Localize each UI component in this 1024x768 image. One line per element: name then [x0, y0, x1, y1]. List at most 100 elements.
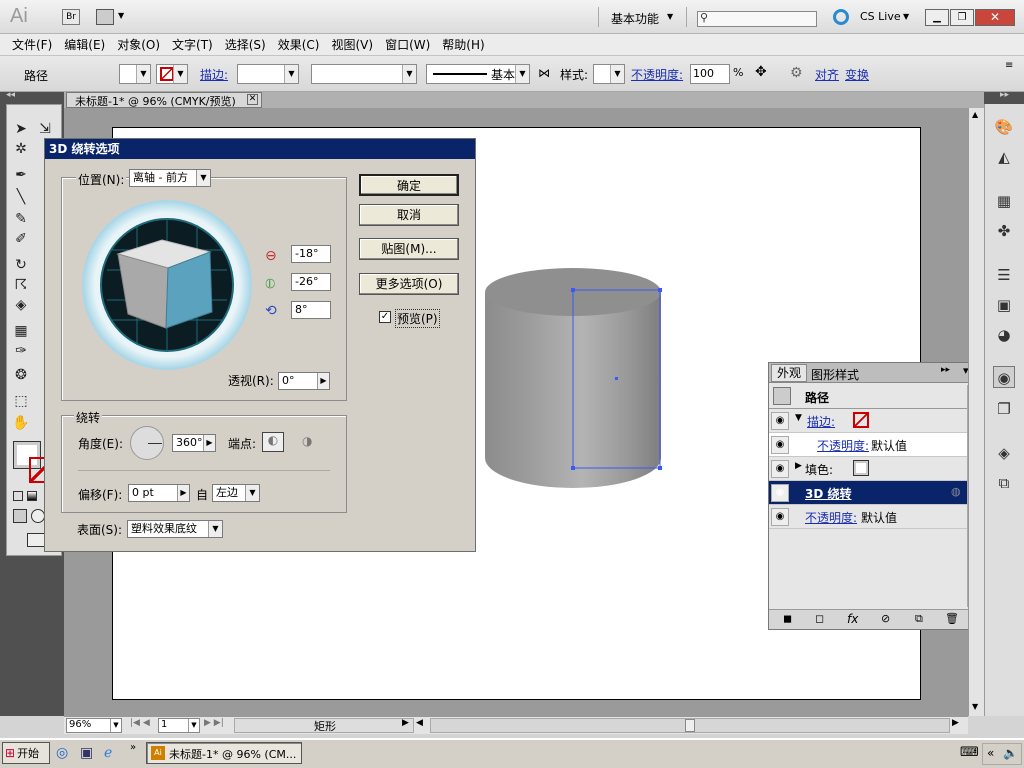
paintbrush-tool-icon[interactable]: ✎: [11, 209, 31, 229]
appearance-row-stroke-opacity[interactable]: ◉ 不透明度: 默认值: [769, 433, 967, 457]
chevron-down-icon[interactable]: ▼: [667, 12, 673, 21]
selection-handle[interactable]: [658, 466, 662, 470]
restore-button[interactable]: ❐: [950, 9, 974, 26]
symbol-sprayer-tool-icon[interactable]: ❂: [11, 365, 31, 385]
y-axis-rotation-field[interactable]: -26°: [291, 273, 331, 291]
disclosure-open-icon[interactable]: ▼: [795, 413, 802, 423]
shape-builder-tool-icon[interactable]: ◈: [11, 295, 31, 315]
opacity-link[interactable]: 不透明度:: [805, 509, 857, 526]
fill-swatch[interactable]: [853, 460, 869, 476]
add-new-fill-icon[interactable]: ◻: [815, 612, 824, 625]
close-button[interactable]: ✕: [975, 9, 1015, 26]
opacity-label[interactable]: 不透明度:: [631, 66, 683, 83]
visibility-eye-icon[interactable]: ◉: [771, 436, 789, 454]
brush-options-icon[interactable]: ⋈: [538, 66, 550, 80]
mesh-tool-icon[interactable]: ▦: [11, 321, 31, 341]
menu-view[interactable]: 视图(V): [331, 36, 373, 53]
color-guide-icon[interactable]: ◭: [993, 146, 1015, 168]
map-art-button[interactable]: 贴图(M)...: [359, 238, 459, 260]
draw-inside-icon[interactable]: [31, 509, 45, 523]
blob-brush-tool-icon[interactable]: ✐: [11, 229, 31, 249]
quick-launch-more-icon[interactable]: »: [130, 742, 136, 753]
taskbar-illustrator-task[interactable]: Ai 未标题-1* @ 96% (CM...: [146, 742, 302, 764]
transparency-icon[interactable]: ◕: [993, 324, 1015, 346]
offset-field[interactable]: 0 pt ▶: [128, 484, 190, 502]
opacity-field[interactable]: 100: [690, 64, 730, 84]
artboards-icon[interactable]: ⧉: [993, 472, 1015, 494]
start-button[interactable]: ⊞ 开始: [2, 742, 50, 764]
opacity-link[interactable]: 不透明度:: [817, 437, 869, 454]
fill-swatch-dropdown[interactable]: ▼: [119, 64, 151, 84]
z-axis-rotation-field[interactable]: 8°: [291, 301, 331, 319]
menu-help[interactable]: 帮助(H): [442, 36, 484, 53]
document-tab[interactable]: 未标题-1* @ 96% (CMYK/预览) ✕: [66, 92, 262, 108]
appearance-row-fill[interactable]: ◉ ▶ 填色:: [769, 457, 967, 481]
tab-appearance[interactable]: 外观: [771, 364, 807, 382]
collapse-tray-icon[interactable]: «: [987, 746, 994, 760]
perspective-field[interactable]: 0° ▶: [278, 372, 330, 390]
brushes-icon[interactable]: ✤: [993, 220, 1015, 242]
stroke-weight-field[interactable]: ▼: [237, 64, 299, 84]
appearance-panel-icon[interactable]: ◉: [993, 366, 1015, 388]
selection-handle[interactable]: [571, 288, 575, 292]
scroll-thumb[interactable]: [685, 719, 695, 732]
collapse-icon[interactable]: ◂◂: [6, 90, 15, 100]
bridge-button[interactable]: Br: [62, 9, 80, 25]
last-artboard-icon[interactable]: ▶ ▶|: [204, 718, 224, 728]
artboard-number-field[interactable]: 1 ▼: [158, 718, 200, 733]
gradient-mode-icon[interactable]: [27, 491, 37, 501]
menu-object[interactable]: 对象(O): [117, 36, 160, 53]
more-options-button[interactable]: 更多选项(O): [359, 273, 459, 295]
direct-selection-tool-icon[interactable]: ⇲: [35, 119, 55, 139]
cap-on-icon[interactable]: ◐: [262, 432, 284, 452]
x-axis-rotation-field[interactable]: -18°: [291, 245, 331, 263]
zoom-dropdown[interactable]: 96% ▼: [66, 718, 122, 733]
hand-tool-icon[interactable]: ✋: [11, 413, 31, 433]
angle-dial[interactable]: [130, 426, 164, 460]
expand-icon[interactable]: ▸▸: [941, 365, 950, 375]
from-dropdown[interactable]: 左边 ▼: [212, 484, 260, 502]
status-menu-icon[interactable]: ▶: [402, 718, 409, 728]
keyboard-icon[interactable]: ⌨: [960, 745, 979, 760]
color-mode-icon[interactable]: [13, 491, 23, 501]
scroll-right-icon[interactable]: ▶: [952, 718, 959, 728]
recolor-artwork-icon[interactable]: ✥: [755, 64, 767, 80]
menu-type[interactable]: 文字(T): [172, 36, 213, 53]
scroll-up-icon[interactable]: ▲: [972, 110, 978, 119]
selection-handle[interactable]: [658, 288, 662, 292]
first-artboard-icon[interactable]: |◀ ◀: [130, 718, 150, 728]
menu-effect[interactable]: 效果(C): [278, 36, 320, 53]
search-input[interactable]: ⚲: [697, 11, 817, 27]
ie-icon[interactable]: ℯ: [104, 745, 112, 761]
arrange-documents-icon[interactable]: [96, 9, 114, 25]
visibility-eye-icon[interactable]: ◉: [771, 508, 789, 526]
position-dropdown[interactable]: 离轴 - 前方 ▼: [129, 169, 211, 187]
selection-handle[interactable]: [571, 466, 575, 470]
tab-graphic-styles[interactable]: 图形样式: [811, 366, 859, 383]
stroke-swatch-dropdown[interactable]: ▼: [156, 64, 188, 84]
cancel-button[interactable]: 取消: [359, 204, 459, 226]
minimize-button[interactable]: ▁: [925, 9, 949, 26]
add-new-stroke-icon[interactable]: ◼: [783, 612, 792, 625]
pen-tool-icon[interactable]: ✒: [11, 165, 31, 185]
visibility-eye-icon[interactable]: ◉: [771, 412, 789, 430]
stroke-row-label[interactable]: 描边:: [807, 413, 835, 430]
stroke-panel-icon[interactable]: ☰: [993, 264, 1015, 286]
line-tool-icon[interactable]: ╲: [11, 187, 31, 207]
layers-icon[interactable]: ◈: [993, 442, 1015, 464]
cap-off-icon[interactable]: ◑: [302, 434, 312, 448]
cylinder-artwork[interactable]: [480, 260, 670, 500]
chevron-down-icon[interactable]: ▼: [118, 11, 124, 20]
stroke-label[interactable]: 描边:: [200, 66, 228, 83]
appearance-row-3d-revolve[interactable]: ◉ 3D 绕转 ◍: [769, 481, 967, 505]
dialog-title[interactable]: 3D 绕转选项: [45, 139, 475, 159]
gradient-panel-icon[interactable]: ▣: [993, 294, 1015, 316]
graphic-style-dropdown[interactable]: ▼: [593, 64, 625, 84]
effect-label[interactable]: 3D 绕转: [805, 485, 852, 502]
warp-tool-icon[interactable]: ☈: [11, 275, 31, 295]
menu-select[interactable]: 选择(S): [225, 36, 266, 53]
magic-wand-tool-icon[interactable]: ✲: [11, 139, 31, 159]
cslive-icon[interactable]: [833, 9, 849, 25]
gear-icon[interactable]: ⚙: [790, 65, 803, 81]
swatches-icon[interactable]: ▦: [993, 190, 1015, 212]
